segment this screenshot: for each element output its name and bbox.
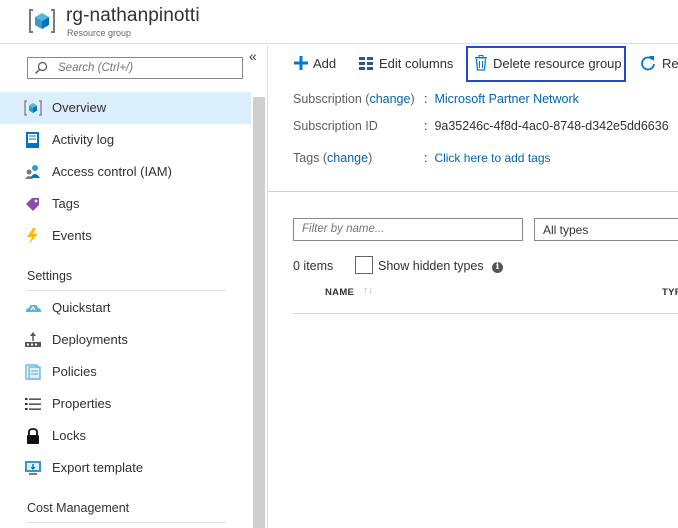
policies-icon — [25, 364, 41, 380]
columns-icon — [359, 57, 373, 70]
section-cost-management: Cost Management — [27, 501, 130, 515]
plus-icon — [294, 56, 308, 70]
sidebar-item-tags[interactable]: Tags — [0, 188, 251, 220]
edit-columns-button[interactable]: Edit columns — [358, 54, 458, 74]
sidebar-item-quickstart[interactable]: Quickstart — [0, 292, 251, 324]
refresh-icon — [641, 56, 655, 71]
sidebar-item-properties[interactable]: Properties — [0, 388, 251, 420]
export-icon — [25, 461, 41, 475]
search-input[interactable]: Search (Ctrl+/) — [27, 57, 243, 79]
sidebar-item-events[interactable]: Events — [0, 220, 251, 252]
type-filter-dropdown[interactable]: All types — [534, 218, 678, 241]
sidebar-item-export-template[interactable]: Export template — [0, 452, 251, 484]
sidebar-item-label: Events — [52, 228, 92, 243]
resource-menu: Search (Ctrl+/) « Overview Activity log … — [0, 45, 268, 528]
sidebar-item-locks[interactable]: Locks — [0, 420, 251, 452]
cloud-icon — [26, 304, 41, 312]
subscription-label: Subscription (change) — [293, 92, 415, 106]
column-header-name[interactable]: NAME — [325, 287, 354, 298]
sidebar-item-label: Quickstart — [52, 300, 111, 315]
section-divider — [27, 290, 226, 291]
tag-icon — [26, 198, 39, 211]
collapse-menu-button[interactable]: « — [249, 48, 263, 64]
subscription-value: : Microsoft Partner Network — [424, 92, 579, 106]
sidebar-item-label: Properties — [52, 396, 112, 411]
resource-group-icon — [29, 9, 55, 33]
resource-group-icon — [24, 100, 42, 116]
sidebar-item-label: Deployments — [52, 332, 128, 347]
sidebar-item-label: Policies — [52, 364, 97, 379]
deployments-icon — [25, 332, 41, 347]
subscription-id-label: Subscription ID — [293, 119, 378, 133]
command-bar: Add Edit columns Delete resource group R… — [268, 45, 678, 82]
show-hidden-types-label[interactable]: Show hidden types — [378, 259, 484, 273]
people-icon — [25, 165, 40, 179]
search-icon — [35, 61, 48, 74]
page-subtitle: Resource group — [67, 28, 132, 38]
subscription-id-value: : 9a35246c-4f8d-4ac0-8748-d342e5dd6636 — [424, 119, 669, 133]
subscription-change-link[interactable]: change — [369, 92, 410, 106]
section-settings: Settings — [27, 269, 73, 283]
refresh-button[interactable]: Re — [640, 54, 678, 74]
sidebar-item-deployments[interactable]: Deployments — [0, 324, 251, 356]
sidebar-scrollbar[interactable] — [253, 97, 265, 528]
blade-header: rg-nathanpinotti Resource group — [0, 0, 678, 44]
sidebar-item-overview[interactable]: Overview — [0, 92, 251, 124]
info-icon[interactable]: i — [492, 262, 503, 273]
tags-change-link[interactable]: change — [327, 151, 368, 165]
sidebar-item-label: Export template — [52, 460, 144, 475]
section-divider — [268, 191, 678, 192]
filter-by-name-input[interactable]: Filter by name... — [293, 218, 523, 241]
search-placeholder: Search (Ctrl+/) — [58, 62, 134, 74]
activity-log-icon — [26, 132, 39, 148]
item-count: 0 items — [293, 259, 334, 273]
sidebar-item-label: Activity log — [52, 132, 115, 147]
sidebar-item-label: Overview — [52, 100, 107, 115]
list-icon — [25, 398, 41, 410]
sort-icon[interactable]: ↑↓ — [363, 285, 373, 296]
table-header-divider — [293, 313, 678, 314]
column-header-type[interactable]: TYPE — [662, 287, 678, 298]
page-title: rg-nathanpinotti — [66, 5, 200, 26]
section-divider — [27, 522, 226, 523]
overview-content: Add Edit columns Delete resource group R… — [268, 45, 678, 528]
show-hidden-types-checkbox[interactable] — [355, 256, 373, 274]
sidebar-item-label: Tags — [52, 196, 80, 211]
sidebar-item-activity-log[interactable]: Activity log — [0, 124, 251, 156]
subscription-link[interactable]: Microsoft Partner Network — [434, 92, 578, 106]
sidebar-item-iam[interactable]: Access control (IAM) — [0, 156, 251, 188]
focus-highlight — [466, 46, 626, 82]
add-button[interactable]: Add — [293, 54, 341, 74]
tags-value: : Click here to add tags — [424, 151, 551, 165]
sidebar-item-policies[interactable]: Policies — [0, 356, 251, 388]
sidebar-item-label: Access control (IAM) — [52, 164, 172, 179]
lock-icon — [27, 428, 39, 444]
add-tags-link[interactable]: Click here to add tags — [434, 151, 550, 165]
tags-label: Tags (change) — [293, 151, 373, 165]
lightning-icon — [27, 228, 38, 244]
sidebar-item-label: Locks — [52, 428, 86, 443]
